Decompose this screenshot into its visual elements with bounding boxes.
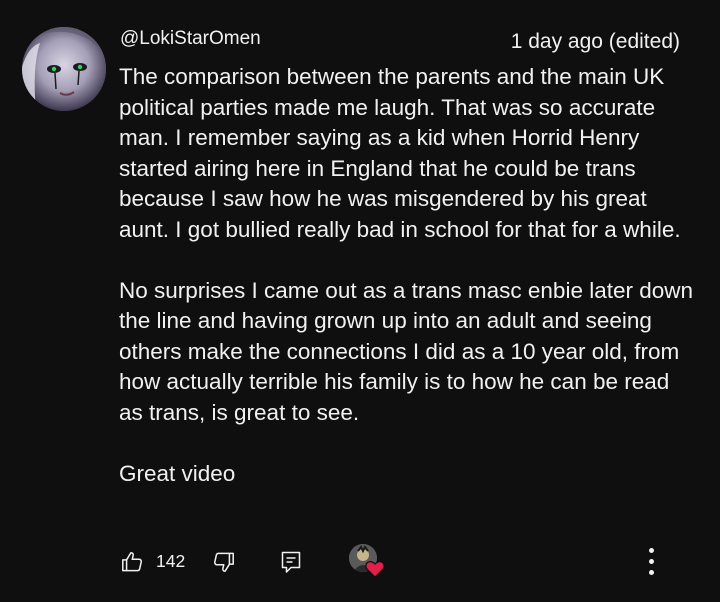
thumbs-up-icon — [122, 552, 143, 572]
comment-paragraph: The comparison between the parents and t… — [119, 64, 681, 242]
avatar[interactable] — [22, 27, 106, 111]
avatar-image — [22, 27, 106, 111]
comment-paragraph: Great video — [119, 460, 236, 486]
comment: @LokiStarOmen 1 day ago (edited) The com… — [0, 0, 720, 602]
creator-heart[interactable] — [349, 544, 387, 582]
comment-paragraph: No surprises I came out as a trans masc … — [119, 277, 694, 425]
thumbs-down-icon — [213, 552, 234, 572]
reply-button[interactable] — [279, 540, 303, 584]
comment-body: The comparison between the parents and t… — [119, 62, 694, 489]
like-button[interactable] — [119, 540, 145, 584]
reply-icon — [281, 551, 301, 573]
comment-actions: 142 — [119, 540, 679, 584]
like-count: 142 — [156, 551, 186, 571]
comment-header: @LokiStarOmen 1 day ago (edited) — [120, 26, 680, 56]
heart-icon — [365, 561, 385, 578]
author-handle[interactable]: @LokiStarOmen — [120, 28, 261, 50]
more-actions-button[interactable] — [641, 540, 663, 584]
timestamp[interactable]: 1 day ago (edited) — [511, 30, 680, 54]
dislike-button[interactable] — [211, 540, 237, 584]
